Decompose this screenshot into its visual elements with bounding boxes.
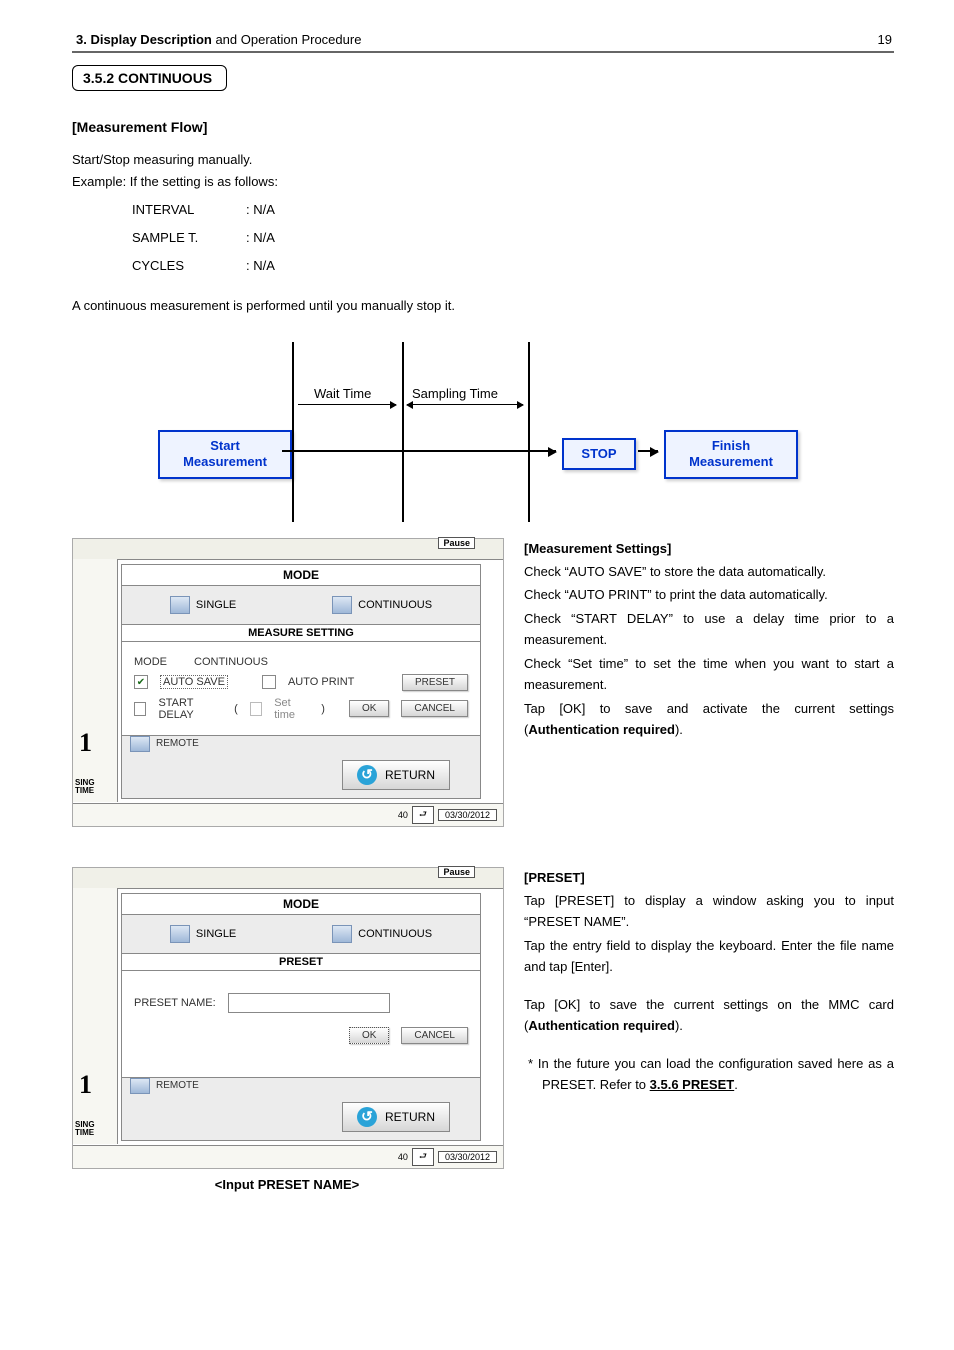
sampling-time-label: Sampling Time [412,386,498,401]
dialog-title-mode: MODE [122,565,480,586]
start-delay-checkbox[interactable] [134,702,146,716]
auto-save-checkbox[interactable]: ✔ [134,675,148,689]
wait-time-label: Wait Time [314,386,371,401]
preset-text: [PRESET] Tap [PRESET] to display a windo… [524,867,894,1098]
strip-one: 1 [79,728,92,758]
finish-node: Finish Measurement [664,430,798,480]
return-icon: ↺ [357,1107,377,1127]
preset-name-label: PRESET NAME: [134,997,216,1009]
remote-label: REMOTE [156,738,199,749]
date-value: 03/30/2012 [438,1151,497,1163]
ok-button[interactable]: OK [349,700,389,717]
header-title-rest: and Operation Procedure [212,32,362,47]
start-node: Start Measurement [158,430,292,480]
return-button[interactable]: ↺ RETURN [342,760,450,790]
date-num: 40 [398,810,408,820]
measure-setting-heading: MEASURE SETTING [122,624,480,642]
remote-label: REMOTE [156,1080,199,1091]
single-mode-option[interactable]: SINGLE [170,596,236,614]
auto-print-label: AUTO PRINT [288,676,354,688]
return-icon: ↺ [357,765,377,785]
preset-ref-link[interactable]: 3.5.6 PRESET [650,1077,735,1092]
ok-button[interactable]: OK [349,1027,389,1044]
page-header: 3. Display Description and Operation Pro… [72,28,894,49]
preset-button[interactable]: PRESET [402,674,468,691]
single-mode-option[interactable]: SINGLE [170,925,236,943]
screenshot-preset: Pause 1 SINGTIME MODE SINGLE CONTINUOUS … [72,867,504,1169]
intro-text: Start/Stop measuring manually. Example: … [72,149,894,277]
pause-tag: Pause [438,537,475,549]
mode-value: CONTINUOUS [194,656,268,668]
ms-heading: [Measurement Settings] [524,538,894,559]
measurement-settings-text: [Measurement Settings] Check “AUTO SAVE”… [524,538,894,743]
date-num: 40 [398,1152,408,1162]
stop-node: STOP [562,438,636,471]
continuous-mode-option[interactable]: CONTINUOUS [332,925,432,943]
auto-save-label: AUTO SAVE [160,675,228,689]
setting-val: : N/A [246,255,275,277]
continuous-icon [332,925,352,943]
cancel-button[interactable]: CANCEL [401,1027,468,1044]
preset-name-input[interactable] [228,993,390,1013]
date-value: 03/30/2012 [438,809,497,821]
setting-key: INTERVAL [132,199,222,221]
section-heading: 3.5.2 CONTINUOUS [72,65,227,91]
return-button[interactable]: ↺ RETURN [342,1102,450,1132]
auto-print-checkbox[interactable] [262,675,276,689]
preset-heading-text: [PRESET] [524,867,894,888]
cancel-button[interactable]: CANCEL [401,700,468,717]
page-number: 19 [878,32,892,47]
preset-caption: <Input PRESET NAME> [72,1177,502,1192]
setting-key: CYCLES [132,255,222,277]
single-icon [170,925,190,943]
continuous-icon [332,596,352,614]
remote-icon [130,1078,150,1094]
header-title-bold: 3. Display Description [76,32,212,47]
strip-one: 1 [79,1070,92,1100]
setting-key: SAMPLE T. [132,227,222,249]
flow-diagram: Wait Time Sampling Time Start Measuremen… [72,342,894,522]
intro-line-2: Example: If the setting is as follows: [72,171,894,193]
remote-icon [130,736,150,752]
mode-label: MODE [134,656,182,668]
dialog-title-mode: MODE [122,894,480,915]
setting-val: : N/A [246,199,275,221]
set-time-label: Set time [274,697,309,721]
screenshot-measure-setting: Pause 1 SINGTIME MODE SINGLE CONTINUOUS … [72,538,504,827]
intro-line-1: Start/Stop measuring manually. [72,149,894,171]
single-icon [170,596,190,614]
continuous-mode-option[interactable]: CONTINUOUS [332,596,432,614]
header-rule [72,51,894,53]
preset-heading: PRESET [122,953,480,971]
continuous-line: A continuous measurement is performed un… [72,295,894,317]
setting-val: : N/A [246,227,275,249]
pause-tag: Pause [438,866,475,878]
set-time-checkbox[interactable] [250,702,262,716]
start-delay-label: START DELAY [158,697,222,721]
flow-heading: [Measurement Flow] [72,119,894,135]
